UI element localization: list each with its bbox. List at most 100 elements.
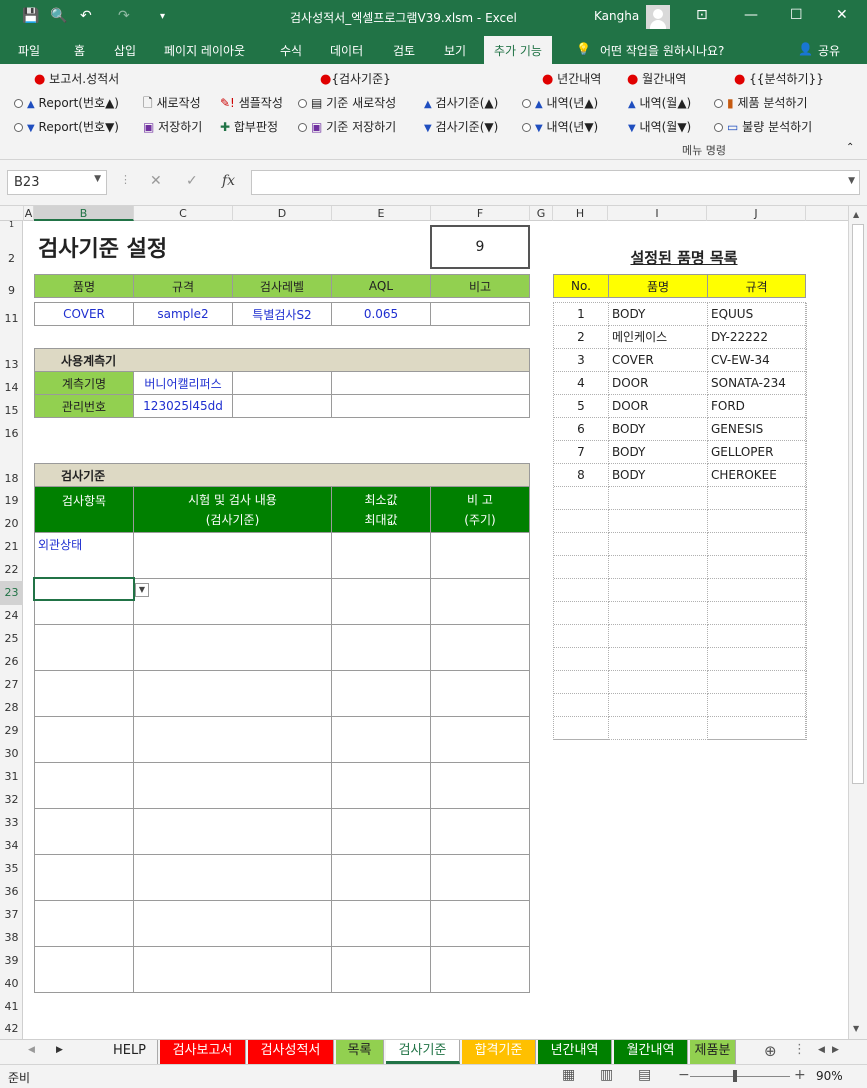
- list-cell-spec[interactable]: [708, 533, 807, 556]
- column-header-h[interactable]: H: [553, 206, 608, 221]
- close-button[interactable]: ✕: [836, 7, 848, 23]
- std-cell[interactable]: [331, 716, 431, 763]
- list-cell-spec[interactable]: GENESIS: [708, 418, 807, 441]
- std-cell[interactable]: [331, 946, 431, 993]
- column-header-g[interactable]: G: [530, 206, 553, 221]
- tab-formulas[interactable]: 수식: [280, 42, 302, 59]
- row-header[interactable]: 29: [0, 719, 23, 743]
- tab-home[interactable]: 홈: [74, 42, 85, 59]
- std-cell[interactable]: [430, 532, 530, 579]
- row-header[interactable]: 14: [0, 376, 23, 400]
- value-aql[interactable]: 0.065: [331, 302, 431, 326]
- row-header[interactable]: 2: [0, 246, 23, 272]
- next-sheet-icon[interactable]: ▶: [56, 1045, 63, 1055]
- row-header[interactable]: 39: [0, 949, 23, 973]
- list-cell-spec[interactable]: EQUUS: [708, 303, 807, 326]
- insert-function-icon[interactable]: fx: [222, 173, 235, 189]
- row-header[interactable]: 1: [0, 221, 23, 229]
- std-cell[interactable]: [133, 624, 332, 671]
- worksheet[interactable]: 검사기준 설정 9 품명 규격 검사레벨 AQL 비고 COVER sample…: [24, 221, 848, 1039]
- value-product[interactable]: COVER: [34, 302, 134, 326]
- list-cell-name[interactable]: [609, 556, 708, 579]
- enter-icon[interactable]: ✓: [186, 173, 198, 189]
- cell[interactable]: [331, 371, 530, 395]
- hscroll-right-icon[interactable]: ▶: [832, 1045, 839, 1055]
- zoom-slider[interactable]: [690, 1076, 790, 1077]
- std-cell[interactable]: [331, 532, 431, 579]
- list-cell-name[interactable]: 메인케이스: [609, 326, 708, 349]
- list-cell-spec[interactable]: [708, 487, 807, 510]
- list-cell-name[interactable]: [609, 717, 708, 740]
- list-cell-name[interactable]: DOOR: [609, 372, 708, 395]
- std-cell[interactable]: [430, 578, 530, 625]
- print-preview-icon[interactable]: 🔍: [50, 8, 67, 24]
- list-cell-name[interactable]: [609, 648, 708, 671]
- std-cell[interactable]: [430, 716, 530, 763]
- std-cell[interactable]: [34, 808, 134, 855]
- column-header-f[interactable]: F: [431, 206, 530, 221]
- std-cell[interactable]: [34, 854, 134, 901]
- prev-sheet-icon[interactable]: ◀: [28, 1045, 35, 1055]
- column-header-d[interactable]: D: [233, 206, 332, 221]
- std-cell[interactable]: [133, 762, 332, 809]
- list-cell-name[interactable]: [609, 510, 708, 533]
- std-cell[interactable]: [331, 900, 431, 947]
- row-header[interactable]: 41: [0, 995, 23, 1019]
- year-up-button[interactable]: ▲ 내역(년▲): [522, 94, 598, 111]
- std-up-button[interactable]: ▲ 검사기준(▲): [424, 94, 498, 111]
- std-cell[interactable]: [331, 578, 431, 625]
- column-header-i[interactable]: I: [608, 206, 707, 221]
- list-cell-spec[interactable]: [708, 671, 807, 694]
- month-up-button[interactable]: ▲ 내역(월▲): [628, 94, 691, 111]
- row-header[interactable]: 20: [0, 512, 23, 536]
- list-cell-no[interactable]: [554, 671, 609, 694]
- vertical-scrollbar[interactable]: ▲ ▼: [848, 206, 867, 1039]
- column-header-b[interactable]: B: [34, 206, 134, 221]
- tab-page-layout[interactable]: 페이지 레이아웃: [164, 42, 245, 59]
- row-header[interactable]: 24: [0, 604, 23, 628]
- std-cell[interactable]: [34, 670, 134, 717]
- std-cell[interactable]: [133, 670, 332, 717]
- list-cell-name[interactable]: [609, 533, 708, 556]
- tab-view[interactable]: 보기: [444, 42, 466, 59]
- zoom-level[interactable]: 90%: [816, 1069, 843, 1083]
- formula-input[interactable]: ▼: [251, 170, 860, 195]
- list-cell-no[interactable]: [554, 717, 609, 740]
- list-cell-name[interactable]: BODY: [609, 441, 708, 464]
- list-cell-spec[interactable]: GELLOPER: [708, 441, 807, 464]
- new-create-button[interactable]: 🗋 새로작성: [143, 94, 201, 115]
- first-item[interactable]: 외관상태: [38, 536, 82, 552]
- record-number[interactable]: 9: [430, 225, 530, 269]
- row-header[interactable]: 18: [0, 467, 23, 491]
- std-cell[interactable]: [133, 900, 332, 947]
- zoom-slider-handle[interactable]: [733, 1070, 737, 1082]
- expand-formula-icon[interactable]: ▼: [848, 176, 855, 186]
- tab-data[interactable]: 데이터: [330, 42, 363, 59]
- list-cell-name[interactable]: [609, 625, 708, 648]
- tab-add-ins[interactable]: 추가 기능: [484, 36, 552, 64]
- save-icon[interactable]: 💾: [22, 8, 39, 24]
- list-cell-spec[interactable]: CHEROKEE: [708, 464, 807, 487]
- list-cell-spec[interactable]: FORD: [708, 395, 807, 418]
- month-down-button[interactable]: ▼ 내역(월▼): [628, 118, 691, 135]
- list-cell-name[interactable]: BODY: [609, 464, 708, 487]
- sheet-tab[interactable]: HELP: [102, 1040, 158, 1064]
- sheet-tab[interactable]: 제품분: [690, 1040, 736, 1064]
- report-up-button[interactable]: ▲ Report(번호▲): [14, 94, 119, 111]
- list-cell-name[interactable]: BODY: [609, 418, 708, 441]
- list-cell-spec[interactable]: [708, 648, 807, 671]
- list-cell-no[interactable]: 6: [554, 418, 609, 441]
- select-all[interactable]: [0, 206, 24, 221]
- row-header[interactable]: 31: [0, 765, 23, 789]
- row-header[interactable]: 16: [0, 422, 23, 446]
- std-save-button[interactable]: ▣ 기준 저장하기: [298, 118, 396, 135]
- sheet-tab[interactable]: 목록: [336, 1040, 384, 1064]
- list-cell-spec[interactable]: [708, 556, 807, 579]
- column-header-j[interactable]: J: [707, 206, 806, 221]
- std-cell[interactable]: [430, 670, 530, 717]
- list-cell-no[interactable]: [554, 533, 609, 556]
- list-cell-no[interactable]: 8: [554, 464, 609, 487]
- list-cell-no[interactable]: 2: [554, 326, 609, 349]
- defect-analysis-button[interactable]: ▭ 불량 분석하기: [714, 118, 812, 135]
- std-cell[interactable]: [34, 624, 134, 671]
